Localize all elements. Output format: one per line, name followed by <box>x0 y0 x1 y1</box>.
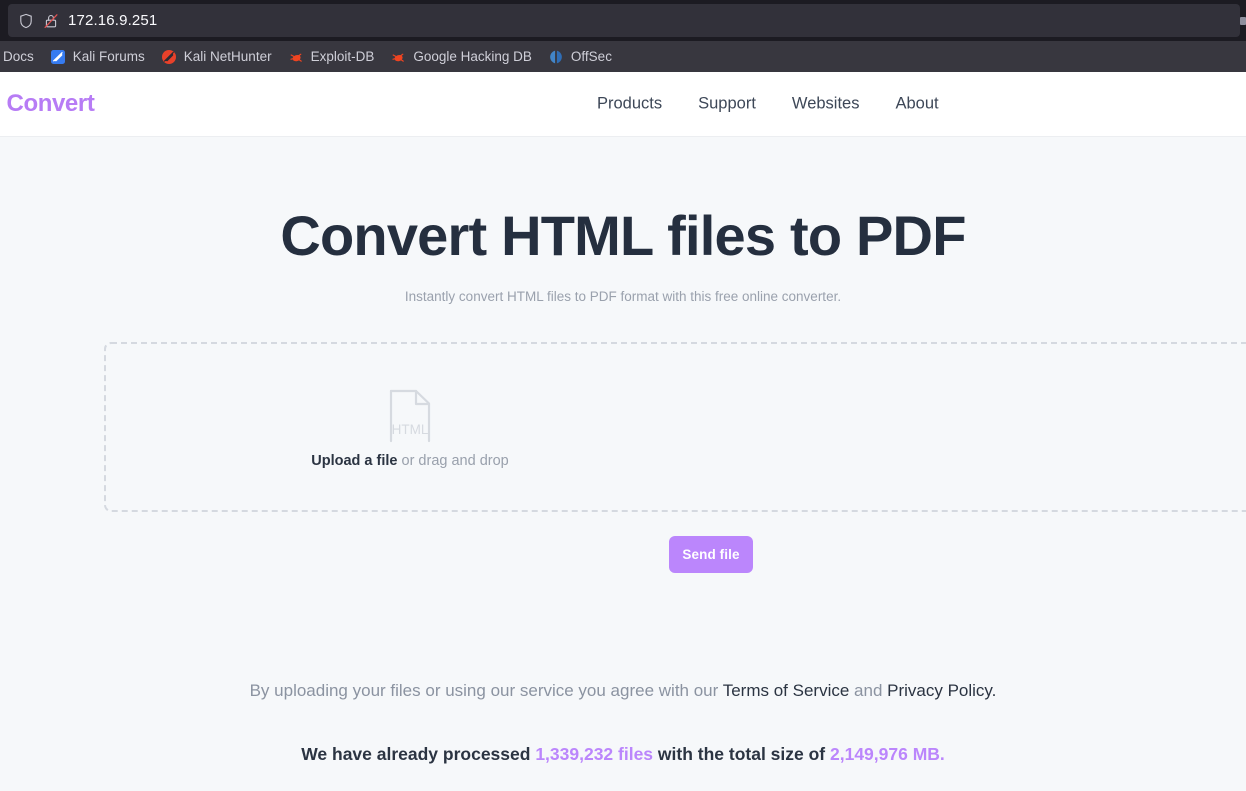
legal-conjunction: and <box>849 681 888 700</box>
terms-of-service-link[interactable]: Terms of Service <box>723 681 850 700</box>
kali-nethunter-icon <box>161 49 177 65</box>
exploit-db-icon <box>288 49 304 65</box>
site-logo[interactable]: o Convert <box>0 90 95 118</box>
bookmark-label: Kali Forums <box>72 49 145 64</box>
url-bar-row: 172.16.9.251 <box>0 0 1246 41</box>
address-bar[interactable]: 172.16.9.251 <box>8 4 1240 37</box>
offsec-icon <box>548 49 564 65</box>
bookmarks-bar: Docs Kali Forums Kali NetHunter Exploit-… <box>0 41 1246 72</box>
bookmark-docs[interactable]: Docs <box>0 46 42 68</box>
toolbar-overflow-nub[interactable] <box>1240 17 1246 25</box>
main-navigation: Products Support Websites About <box>597 95 939 114</box>
bookmark-offsec[interactable]: OffSec <box>540 46 620 68</box>
bookmark-label: Google Hacking DB <box>413 49 532 64</box>
bookmark-label: Docs <box>3 49 34 64</box>
bookmark-label: OffSec <box>570 49 612 64</box>
bookmark-google-hacking-db[interactable]: Google Hacking DB <box>382 46 540 68</box>
stats-middle: with the total size of <box>653 744 830 764</box>
google-hacking-db-icon <box>390 49 406 65</box>
upload-a-file-link[interactable]: Upload a file <box>311 453 397 469</box>
stats-files-count: 1,339,232 files <box>535 744 654 764</box>
nav-item-products[interactable]: Products <box>597 95 662 114</box>
stats-prefix: We have already processed <box>301 744 536 764</box>
site-header: o Convert Products Support Websites Abou… <box>0 72 1246 137</box>
browser-chrome: 172.16.9.251 Docs Kali Forums Kali NetHu… <box>0 0 1246 72</box>
drag-and-drop-text: or drag and drop <box>397 453 509 469</box>
upload-instruction[interactable]: Upload a file or drag and drop <box>311 453 508 469</box>
send-file-button[interactable]: Send file <box>669 536 753 573</box>
legal-prefix: By uploading your files or using our ser… <box>249 681 723 700</box>
bookmark-label: Kali NetHunter <box>183 49 272 64</box>
stats-total-size: 2,149,976 MB. <box>830 744 945 764</box>
nav-item-websites[interactable]: Websites <box>792 95 860 114</box>
shield-icon[interactable] <box>18 13 34 29</box>
bookmark-label: Exploit-DB <box>310 49 375 64</box>
kali-forums-icon <box>50 49 66 65</box>
html-file-icon: HTML <box>388 389 432 443</box>
html-file-icon-label: HTML <box>392 422 429 437</box>
page-title: Convert HTML files to PDF <box>280 204 966 267</box>
lock-crossed-out-icon[interactable] <box>43 13 59 29</box>
url-text: 172.16.9.251 <box>68 12 158 29</box>
bookmark-kali-nethunter[interactable]: Kali NetHunter <box>153 46 280 68</box>
main-content: Convert HTML files to PDF Instantly conv… <box>0 137 1246 791</box>
privacy-policy-link[interactable]: Privacy Policy. <box>887 681 996 700</box>
processed-stats: We have already processed 1,339,232 file… <box>0 744 1246 765</box>
nav-item-support[interactable]: Support <box>698 95 756 114</box>
file-dropzone[interactable]: HTML Upload a file or drag and drop <box>104 342 1246 512</box>
legal-notice: By uploading your files or using our ser… <box>0 681 1246 701</box>
bookmark-kali-forums[interactable]: Kali Forums <box>42 46 153 68</box>
page-subtitle: Instantly convert HTML files to PDF form… <box>404 288 842 304</box>
dropzone-inner: HTML Upload a file or drag and drop <box>106 344 1246 514</box>
bookmark-exploit-db[interactable]: Exploit-DB <box>280 46 383 68</box>
nav-item-about[interactable]: About <box>895 95 938 114</box>
